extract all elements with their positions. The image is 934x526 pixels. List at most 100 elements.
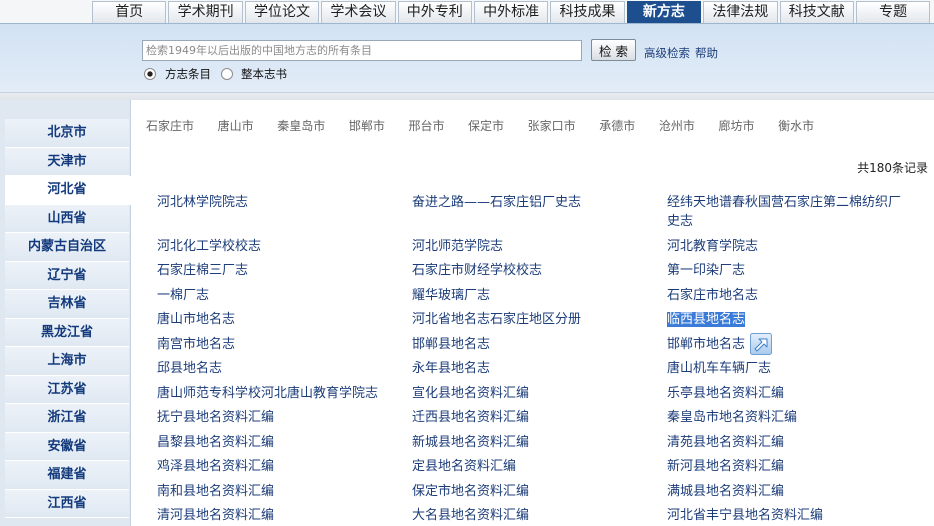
nav-tab-dissertations[interactable]: 学位论文 [244, 1, 320, 23]
result-link[interactable]: 大名县地名资料汇编 [412, 508, 529, 523]
result-link[interactable]: 乐亭县地名资料汇编 [667, 386, 784, 401]
result-link[interactable]: 石家庄棉三厂志 [157, 263, 248, 278]
result-link[interactable]: 邯郸县地名志 [412, 337, 490, 352]
nav-tab-local-gazetteers[interactable]: 新方志 [626, 1, 702, 23]
result-link[interactable]: 石家庄市财经学校校志 [412, 263, 542, 278]
result-link[interactable]: 秦皇岛市地名资料汇编 [667, 410, 797, 425]
search-input[interactable] [142, 40, 582, 61]
result-link[interactable]: 奋进之路——石家庄铝厂史志 [412, 195, 581, 210]
result-link[interactable]: 邯郸市地名志 [667, 337, 745, 352]
nav-tab-patents[interactable]: 中外专利 [397, 1, 472, 23]
city-link-qinhuangdao[interactable]: 秦皇岛市 [277, 119, 325, 133]
sidebar-item-fujian[interactable]: 福建省 [5, 461, 129, 490]
result-link[interactable]: 经纬天地谱春秋国营石家庄第二棉纺织厂史志 [667, 195, 901, 230]
scope-radio-entries[interactable] [144, 68, 156, 80]
city-link-hengshui[interactable]: 衡水市 [778, 119, 814, 133]
result-link[interactable]: 昌黎县地名资料汇编 [157, 435, 274, 450]
sidebar-item-shanxi[interactable]: 山西省 [5, 204, 129, 233]
city-link-handan[interactable]: 邯郸市 [349, 119, 385, 133]
city-link-cangzhou[interactable]: 沧州市 [659, 119, 695, 133]
sidebar-item-jiangsu[interactable]: 江苏省 [5, 375, 129, 404]
result-item: 临西县地名志 [667, 306, 907, 331]
result-item: 定县地名资料汇编 [412, 453, 667, 478]
sidebar-item-beijing[interactable]: 北京市 [5, 119, 129, 148]
result-item: 一棉厂志 [157, 281, 412, 306]
result-link[interactable]: 清河县地名资料汇编 [157, 508, 274, 523]
sidebar-item-hebei[interactable]: 河北省 [5, 176, 131, 205]
result-link[interactable]: 河北省地名志石家庄地区分册 [412, 312, 581, 327]
result-link[interactable]: 保定市地名资料汇编 [412, 484, 529, 499]
result-item: 鸡泽县地名资料汇编 [157, 453, 412, 478]
result-item: 河北省丰宁县地名资料汇编 [667, 502, 907, 526]
result-link[interactable]: 河北林学院院志 [157, 195, 248, 210]
result-item: 河北教育学院志 [667, 232, 907, 257]
result-link[interactable]: 河北省丰宁县地名资料汇编 [667, 508, 823, 523]
external-link-icon[interactable] [750, 332, 772, 355]
result-link[interactable]: 石家庄市地名志 [667, 288, 758, 303]
result-link[interactable]: 清苑县地名资料汇编 [667, 435, 784, 450]
sidebar-item-anhui[interactable]: 安徽省 [5, 432, 129, 461]
result-link[interactable]: 唐山师范专科学校河北唐山教育学院志 [157, 386, 378, 401]
nav-tab-sci-tech-literature[interactable]: 科技文献 [779, 1, 854, 23]
result-link[interactable]: 一棉厂志 [157, 288, 209, 303]
result-link[interactable]: 河北化工学校校志 [157, 239, 261, 254]
nav-tab-journals[interactable]: 学术期刊 [168, 1, 243, 23]
nav-tab-special-topics[interactable]: 专题 [855, 1, 931, 23]
result-link[interactable]: 永年县地名志 [412, 361, 490, 376]
city-link-xingtai[interactable]: 邢台市 [408, 119, 444, 133]
city-link-zhangjiakou[interactable]: 张家口市 [528, 119, 576, 133]
help-link[interactable]: 帮助 [695, 45, 718, 61]
city-link-langfang[interactable]: 廊坊市 [718, 119, 754, 133]
sidebar-item-heilongjiang[interactable]: 黑龙江省 [5, 318, 129, 347]
result-item: 秦皇岛市地名资料汇编 [667, 404, 907, 429]
result-link[interactable]: 迁西县地名资料汇编 [412, 410, 529, 425]
result-link[interactable]: 定县地名资料汇编 [412, 459, 516, 474]
result-item: 河北省地名志石家庄地区分册 [412, 306, 667, 331]
nav-tab-laws-regulations[interactable]: 法律法规 [703, 1, 778, 23]
result-item: 邯郸市地名志 [667, 330, 907, 355]
result-link[interactable]: 南宫市地名志 [157, 337, 235, 352]
result-item: 保定市地名资料汇编 [412, 477, 667, 502]
result-link[interactable]: 耀华玻璃厂志 [412, 288, 490, 303]
nav-tab-conferences[interactable]: 学术会议 [321, 1, 396, 23]
province-sidebar: 北京市 天津市 河北省 山西省 内蒙古自治区 辽宁省 吉林省 黑龙江省 上海市 … [0, 100, 131, 526]
city-link-chengde[interactable]: 承德市 [599, 119, 635, 133]
result-link[interactable]: 河北教育学院志 [667, 239, 758, 254]
nav-tab-standards[interactable]: 中外标准 [473, 1, 549, 23]
scope-radio-entries-label[interactable]: 方志条目 [165, 66, 211, 82]
result-link[interactable]: 鸡泽县地名资料汇编 [157, 459, 274, 474]
sidebar-item-jiangxi[interactable]: 江西省 [5, 489, 129, 518]
nav-tab-research-achievements[interactable]: 科技成果 [550, 1, 625, 23]
result-link[interactable]: 第一印染厂志 [667, 263, 745, 278]
result-link[interactable]: 邱县地名志 [157, 361, 222, 376]
sidebar-item-inner-mongolia[interactable]: 内蒙古自治区 [5, 233, 129, 262]
advanced-search-link[interactable]: 高级检索 [644, 45, 690, 61]
result-item: 石家庄市财经学校校志 [412, 257, 667, 282]
result-link[interactable]: 临西县地名志 [667, 312, 746, 328]
sidebar-item-jilin[interactable]: 吉林省 [5, 290, 129, 319]
city-link-baoding[interactable]: 保定市 [468, 119, 504, 133]
scope-radio-books-label[interactable]: 整本志书 [241, 66, 287, 82]
result-link[interactable]: 唐山机车车辆厂志 [667, 361, 771, 376]
result-link[interactable]: 南和县地名资料汇编 [157, 484, 274, 499]
sidebar-item-zhejiang[interactable]: 浙江省 [5, 404, 129, 433]
result-link[interactable]: 唐山市地名志 [157, 312, 235, 327]
result-link[interactable]: 河北师范学院志 [412, 239, 503, 254]
search-button[interactable]: 检 索 [591, 39, 636, 61]
sidebar-item-shanghai[interactable]: 上海市 [5, 347, 129, 376]
result-link[interactable]: 抚宁县地名资料汇编 [157, 410, 274, 425]
result-link[interactable]: 新河县地名资料汇编 [667, 459, 784, 474]
city-link-shijiazhuang[interactable]: 石家庄市 [146, 119, 194, 133]
result-link[interactable]: 满城县地名资料汇编 [667, 484, 784, 499]
sidebar-item-liaoning[interactable]: 辽宁省 [5, 261, 129, 290]
nav-tabs: 首页 学术期刊 学位论文 学术会议 中外专利 中外标准 科技成果 新方志 法律法… [92, 1, 932, 23]
result-link[interactable]: 宣化县地名资料汇编 [412, 386, 529, 401]
nav-tab-home[interactable]: 首页 [92, 1, 167, 23]
result-link[interactable]: 新城县地名资料汇编 [412, 435, 529, 450]
city-link-tangshan[interactable]: 唐山市 [218, 119, 254, 133]
result-item: 唐山市地名志 [157, 306, 412, 331]
result-item: 邱县地名志 [157, 355, 412, 380]
scope-radio-books[interactable] [221, 68, 233, 80]
results-list: 河北林学院院志 奋进之路——石家庄铝厂史志 经纬天地谱春秋国营石家庄第二棉纺织厂… [157, 188, 907, 526]
sidebar-item-tianjin[interactable]: 天津市 [5, 147, 129, 176]
